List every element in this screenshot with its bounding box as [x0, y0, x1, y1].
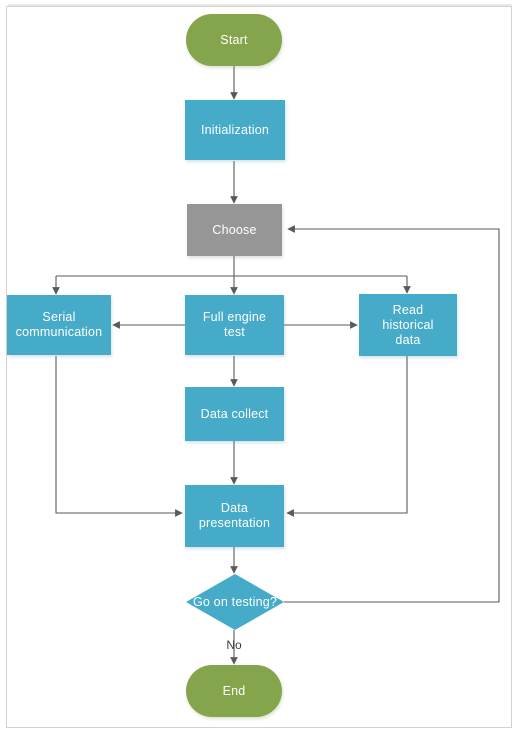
node-go-on-testing[interactable]: Go on testing?	[186, 574, 284, 630]
node-data-collect[interactable]: Data collect	[185, 387, 284, 441]
flowchart-canvas: No Start Initialization Choose Serial co…	[0, 0, 520, 736]
node-initialization[interactable]: Initialization	[185, 100, 285, 160]
node-data-collect-label: Data collect	[200, 406, 269, 421]
edge-go-on-testing-to-choose	[284, 225, 500, 603]
node-read-historical-data-label: Read historical data	[382, 302, 434, 347]
node-initialization-label: Initialization	[200, 122, 270, 137]
node-end[interactable]: End	[186, 665, 282, 717]
node-end-label: End	[222, 683, 246, 698]
node-serial-communication[interactable]: Serial communication	[7, 295, 111, 355]
node-choose-label: Choose	[212, 222, 257, 237]
node-choose[interactable]: Choose	[187, 204, 282, 256]
node-data-presentation[interactable]: Data presentation	[185, 485, 284, 547]
node-start-label: Start	[220, 32, 248, 47]
node-serial-communication-label: Serial communication	[15, 310, 103, 339]
node-start[interactable]: Start	[186, 14, 282, 66]
node-read-historical-data[interactable]: Read historical data	[359, 294, 457, 356]
node-full-engine-test[interactable]: Full engine test	[185, 295, 284, 355]
edge-read-historical-to-data-presentation	[286, 356, 408, 517]
node-full-engine-test-label: Full engine test	[202, 310, 267, 339]
edge-label-no: No	[226, 638, 242, 652]
node-go-on-testing-label: Go on testing?	[192, 594, 278, 609]
edge-serial-to-data-presentation	[55, 356, 183, 517]
node-data-presentation-label: Data presentation	[198, 501, 271, 530]
